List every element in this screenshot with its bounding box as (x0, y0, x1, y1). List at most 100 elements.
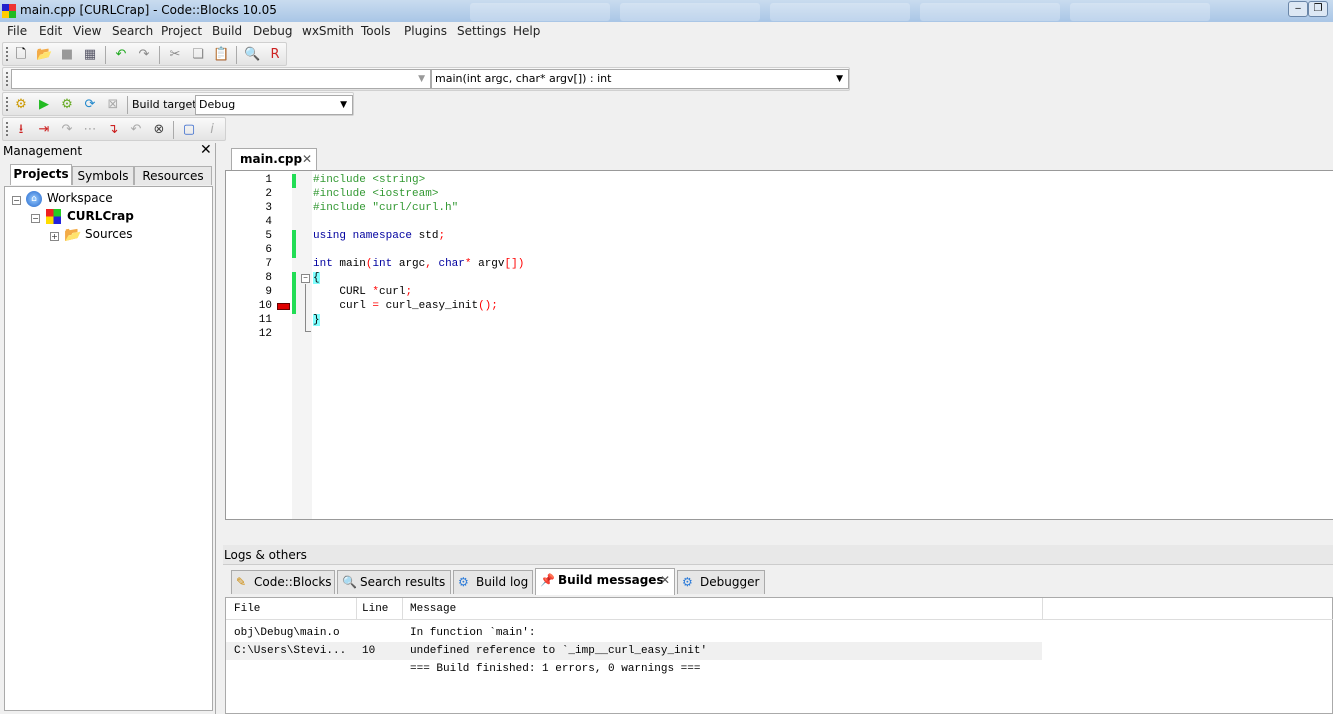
column-line[interactable]: Line (362, 603, 388, 615)
menu-wxsmith[interactable]: wxSmith (302, 24, 354, 38)
new-file-icon[interactable]: 🗋 (13, 47, 29, 63)
run-icon[interactable]: ▶ (36, 97, 52, 113)
tab-projects[interactable]: Projects (10, 164, 72, 185)
menu-edit[interactable]: Edit (39, 24, 62, 38)
code-token: ; (438, 230, 446, 242)
menu-plugins[interactable]: Plugins (404, 24, 447, 38)
build-message-row[interactable]: C:\Users\Stevi... 10 undefined reference t… (226, 642, 1042, 660)
toolbar-grip[interactable] (6, 97, 9, 111)
taskbar-tab[interactable] (1070, 3, 1210, 21)
project-icon (46, 209, 61, 224)
expand-icon[interactable]: + (50, 232, 59, 241)
toolbar-grip[interactable] (6, 122, 9, 136)
compiler-toolbar: ⚙ ▶ ⚙ ⟳ ⊠ Build target: Debug ▼ (2, 92, 354, 116)
code-token: curl (379, 286, 406, 298)
info-icon[interactable]: i (204, 122, 220, 138)
tab-resources[interactable]: Resources (134, 166, 212, 185)
tab-main-cpp[interactable]: main.cpp ✕ (231, 148, 317, 170)
taskbar-tab[interactable] (770, 3, 910, 21)
tree-folder-sources[interactable]: Sources (85, 227, 132, 241)
step-out-icon[interactable]: ↶ (128, 122, 144, 138)
toolbar-grip[interactable] (6, 47, 9, 61)
taskbar-tab[interactable] (620, 3, 760, 21)
menu-tools[interactable]: Tools (361, 24, 391, 38)
close-icon[interactable]: ✕ (302, 152, 312, 166)
app-logo-icon (2, 4, 16, 18)
code-token: curl_easy_init (379, 300, 479, 312)
menu-settings[interactable]: Settings (457, 24, 506, 38)
paste-icon[interactable]: 📋 (213, 47, 229, 63)
find-icon[interactable]: 🔍 (244, 47, 260, 63)
title-bar: main.cpp [CURLCrap] - Code::Blocks 10.05… (0, 0, 1333, 22)
taskbar-tab[interactable] (470, 3, 610, 21)
restore-button[interactable]: ❐ (1308, 1, 1328, 17)
code-token: #include <string> (313, 174, 426, 186)
menu-debug[interactable]: Debug (253, 24, 292, 38)
code-line: curl = curl_easy_init(); (313, 300, 497, 312)
build-messages-list: File Line Message obj\Debug\main.o In fun… (225, 597, 1333, 714)
tree-project[interactable]: CURLCrap (67, 209, 134, 223)
rebuild-icon[interactable]: ⟳ (82, 97, 98, 113)
tab-search-results[interactable]: 🔍 Search results (337, 570, 451, 594)
tab-build-log[interactable]: ⚙ Build log (453, 570, 533, 594)
menu-file[interactable]: File (7, 24, 27, 38)
menu-project[interactable]: Project (161, 24, 202, 38)
line-number: 10 (258, 300, 272, 312)
build-message-row[interactable]: === Build finished: 1 errors, 0 warnings… (226, 660, 1042, 678)
line-number: 12 (258, 328, 272, 340)
build-message-row[interactable]: obj\Debug\main.o In function `main': (226, 624, 1042, 642)
run-to-cursor-icon[interactable]: ⇥ (36, 122, 52, 138)
undo-icon[interactable]: ↶ (113, 47, 129, 63)
stop-debugger-icon[interactable]: ⊗ (151, 122, 167, 138)
code-token: using namespace (313, 230, 413, 242)
build-target-value: Debug (199, 98, 236, 111)
collapse-icon[interactable]: − (12, 196, 21, 205)
scope-select[interactable]: ▼ (11, 69, 431, 89)
debug-windows-icon[interactable]: ▢ (181, 122, 197, 138)
redo-icon[interactable]: ↷ (136, 47, 152, 63)
code-editor[interactable]: 1 #include <string> 2 #include <iostream> 3 #… (225, 170, 1333, 562)
copy-icon[interactable]: ❏ (190, 47, 206, 63)
menu-help[interactable]: Help (513, 24, 540, 38)
taskbar-tab[interactable] (920, 3, 1060, 21)
code-token: CURL (313, 286, 373, 298)
open-icon[interactable]: 📂 (36, 47, 52, 63)
step-into-icon[interactable]: ↴ (105, 122, 121, 138)
save-icon[interactable]: ■ (59, 47, 75, 63)
pencil-icon: ✎ (236, 575, 247, 589)
tab-debugger[interactable]: ⚙ Debugger (677, 570, 765, 594)
column-file[interactable]: File (234, 603, 260, 615)
minimize-button[interactable]: ‒ (1288, 1, 1308, 17)
code-line: { (313, 272, 320, 284)
build-gear-icon[interactable]: ⚙ (13, 97, 29, 113)
close-icon[interactable]: ✕ (660, 569, 670, 591)
menu-build[interactable]: Build (212, 24, 242, 38)
cut-icon[interactable]: ✂ (167, 47, 183, 63)
tab-codeblocks[interactable]: ✎ Code::Blocks (231, 570, 335, 594)
tree-workspace[interactable]: Workspace (47, 191, 113, 205)
tab-symbols[interactable]: Symbols (72, 166, 134, 185)
save-all-icon[interactable]: ▦ (82, 47, 98, 63)
code-token: #include <iostream> (313, 188, 439, 200)
column-message[interactable]: Message (410, 603, 456, 615)
tab-build-messages[interactable]: 📌 Build messages ✕ (535, 568, 675, 595)
function-select[interactable]: main(int argc, char* argv[]) : int ▼ (431, 69, 849, 89)
next-instruction-icon[interactable]: ⋯ (82, 122, 98, 138)
menu-view[interactable]: View (73, 24, 101, 38)
collapse-icon[interactable]: − (31, 214, 40, 223)
replace-icon[interactable]: R (267, 47, 283, 63)
code-line: using namespace std; (313, 230, 445, 242)
cell-message: === Build finished: 1 errors, 0 warnings… (410, 663, 701, 675)
line-number: 3 (265, 202, 272, 214)
next-line-icon[interactable]: ↷ (59, 122, 75, 138)
fold-collapse-icon[interactable]: − (301, 274, 310, 283)
build-and-run-icon[interactable]: ⚙ (59, 97, 75, 113)
debug-continue-icon[interactable]: ⭳ (13, 122, 29, 138)
build-target-select[interactable]: Debug ▼ (195, 95, 353, 115)
line-number: 4 (265, 216, 272, 228)
close-icon[interactable]: ✕ (200, 142, 212, 158)
menu-search[interactable]: Search (112, 24, 153, 38)
toolbar-grip[interactable] (6, 72, 9, 86)
code-line: #include <string> (313, 174, 425, 186)
abort-icon[interactable]: ⊠ (105, 97, 121, 113)
